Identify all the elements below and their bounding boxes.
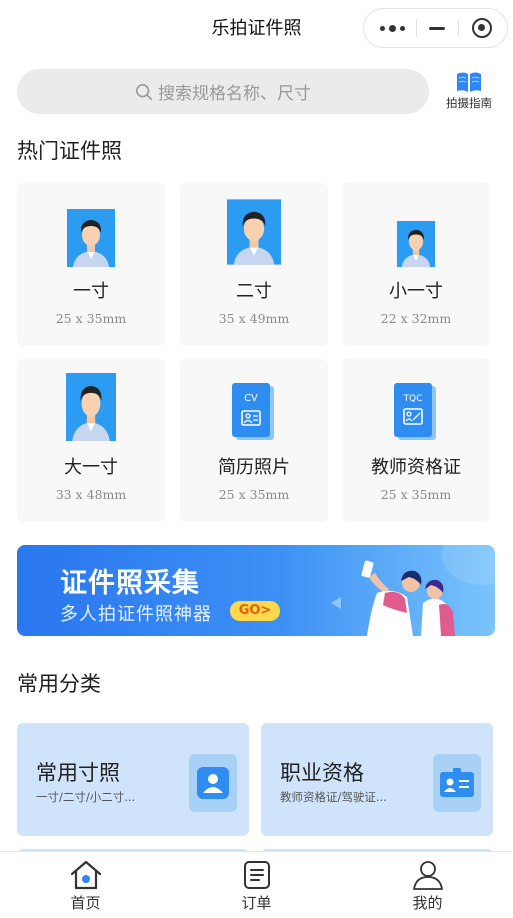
tab-label: 订单 <box>241 894 272 912</box>
spec-name: 二寸 <box>236 281 272 302</box>
tab-label: 首页 <box>70 894 101 912</box>
user-icon <box>412 861 443 890</box>
tab-orders[interactable]: 订单 <box>171 852 342 918</box>
spec-card-small-1-inch[interactable]: 小一寸 22 x 32mm <box>342 183 490 346</box>
spec-name: 大一寸 <box>64 457 118 478</box>
spec-size: 25 x 35mm <box>218 487 290 502</box>
teacher-certificate-icon: TQC <box>394 383 436 440</box>
search-icon <box>135 83 153 100</box>
target-icon <box>472 18 492 38</box>
category-common-sizes[interactable]: 常用寸照 一寸/二寸/小二寸... <box>17 723 249 836</box>
minimize-button[interactable] <box>418 9 456 47</box>
tab-bar: 首页 订单 我的 <box>0 851 513 918</box>
tab-home[interactable]: 首页 <box>0 852 171 918</box>
spec-card-large-1-inch[interactable]: 大一寸 33 x 48mm <box>17 359 165 522</box>
tab-label: 我的 <box>412 894 443 912</box>
spec-name: 小一寸 <box>389 281 443 302</box>
cv-badge: CV <box>244 393 258 404</box>
people-selfie-illustration <box>331 560 455 636</box>
portrait-square-icon <box>189 754 237 812</box>
banner-subtitle: 多人拍证件照神器 <box>60 604 212 625</box>
hot-section-title: 热门证件照 <box>17 139 122 163</box>
id-card-icon <box>433 754 481 812</box>
spec-name: 简历照片 <box>218 457 290 478</box>
tqc-badge: TQC <box>403 394 423 404</box>
order-list-icon <box>243 861 270 889</box>
category-description: 一寸/二寸/小二寸... <box>36 790 136 804</box>
spec-size: 25 x 35mm <box>380 487 452 502</box>
spec-size: 25 x 35mm <box>55 311 127 326</box>
miniprogram-capsule <box>363 8 508 48</box>
categories-section-title: 常用分类 <box>17 672 101 696</box>
spec-card-1-inch[interactable]: 一寸 25 x 35mm <box>17 183 165 346</box>
book-icon <box>457 72 481 92</box>
portrait-icon <box>66 373 116 441</box>
shooting-guide-button[interactable]: 拍摄指南 <box>440 70 498 114</box>
spec-card-2-inch[interactable]: 二寸 35 x 49mm <box>180 183 328 346</box>
spec-name: 一寸 <box>73 281 109 302</box>
cv-document-icon: CV <box>232 383 274 440</box>
navigation-bar: 乐拍证件照 <box>0 0 513 56</box>
banner-go-button[interactable]: GO> <box>230 601 280 621</box>
spec-size: 35 x 49mm <box>218 311 290 326</box>
spec-size: 22 x 32mm <box>380 311 452 326</box>
spec-card-teacher-certificate[interactable]: TQC 教师资格证 25 x 35mm <box>342 359 490 522</box>
portrait-icon <box>67 209 115 267</box>
close-miniprogram-button[interactable] <box>460 9 504 47</box>
group-photo-banner[interactable]: 证件照采集 多人拍证件照神器 GO> <box>17 545 495 636</box>
minus-icon <box>429 26 445 30</box>
search-placeholder: 搜索规格名称、尺寸 <box>158 84 311 104</box>
tab-profile[interactable]: 我的 <box>342 852 513 918</box>
search-bar[interactable]: 搜索规格名称、尺寸 <box>17 69 429 114</box>
category-description: 教师资格证/驾驶证... <box>280 790 387 804</box>
shooting-guide-label: 拍摄指南 <box>446 96 492 110</box>
category-name: 职业资格 <box>280 761 364 785</box>
banner-title: 证件照采集 <box>60 568 200 599</box>
category-professional-qualification[interactable]: 职业资格 教师资格证/驾驶证... <box>261 723 493 836</box>
more-options-button[interactable] <box>370 9 414 47</box>
spec-size: 33 x 48mm <box>55 487 127 502</box>
home-icon <box>70 860 101 890</box>
spec-card-resume-photo[interactable]: CV 简历照片 25 x 35mm <box>180 359 328 522</box>
portrait-icon <box>396 221 436 267</box>
category-name: 常用寸照 <box>36 761 120 785</box>
spec-name: 教师资格证 <box>371 457 461 478</box>
portrait-icon <box>227 199 281 265</box>
